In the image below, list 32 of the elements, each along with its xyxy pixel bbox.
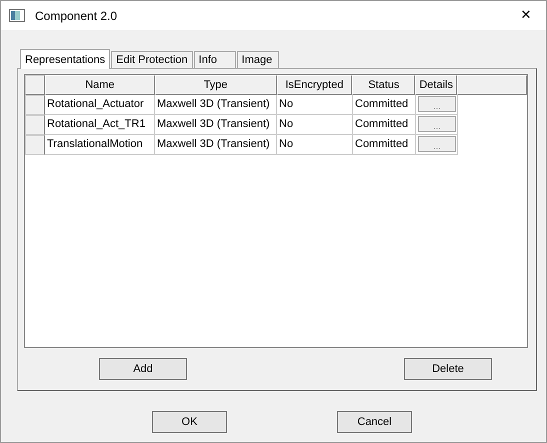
- column-header[interactable]: Details: [415, 75, 458, 95]
- table-cell: No: [277, 135, 353, 155]
- tab[interactable]: Representations: [20, 49, 110, 69]
- corner-header[interactable]: [25, 75, 45, 95]
- tab[interactable]: Image: [236, 51, 279, 68]
- row-header[interactable]: [25, 115, 45, 135]
- close-button[interactable]: ✕: [506, 1, 546, 30]
- tab[interactable]: Info: [194, 51, 236, 68]
- table-cell: Maxwell 3D (Transient): [155, 115, 277, 135]
- table-cell: Committed: [353, 135, 416, 155]
- panel-button[interactable]: Delete: [404, 358, 492, 380]
- table-cell: No: [277, 95, 353, 115]
- window-title: Component 2.0: [35, 8, 118, 22]
- column-header[interactable]: Name: [44, 75, 155, 95]
- column-header[interactable]: Type: [154, 75, 276, 95]
- table-cell: Committed: [353, 115, 416, 135]
- window-icon: [9, 9, 25, 22]
- tab[interactable]: Edit Protection: [111, 51, 193, 68]
- row-header[interactable]: [25, 135, 45, 155]
- column-header[interactable]: IsEncrypted: [276, 75, 352, 95]
- row-header[interactable]: [25, 95, 45, 115]
- table-cell: Maxwell 3D (Transient): [155, 135, 277, 155]
- dialog-button[interactable]: OK: [152, 411, 227, 433]
- table-cell: Rotational_Act_TR1: [45, 115, 155, 135]
- table-cell: Rotational_Actuator: [45, 95, 155, 115]
- column-header[interactable]: Status: [352, 75, 416, 95]
- panel-button[interactable]: Add: [99, 358, 187, 380]
- table-cell: Committed: [353, 95, 416, 115]
- table-cell: Maxwell 3D (Transient): [155, 95, 277, 115]
- dialog-button[interactable]: Cancel: [337, 411, 412, 433]
- table-cell: TranslationalMotion: [45, 135, 155, 155]
- table-cell: No: [277, 115, 353, 135]
